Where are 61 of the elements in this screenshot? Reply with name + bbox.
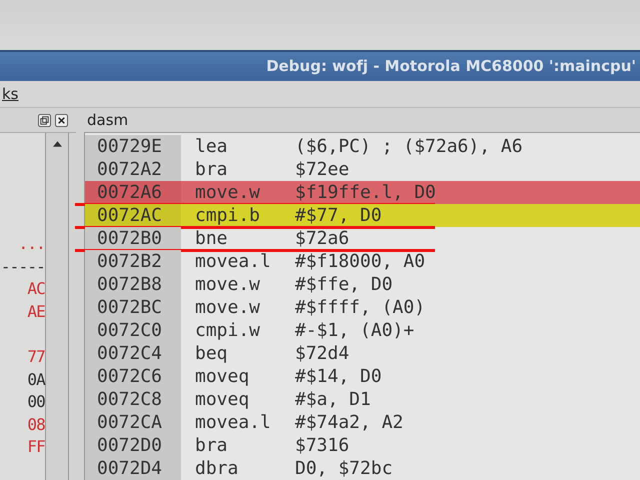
address-text: 0072C8 bbox=[85, 388, 181, 411]
operand-text: $7316 bbox=[295, 435, 350, 456]
address-text: 0072C4 bbox=[85, 342, 181, 365]
address-text: 00729E bbox=[85, 135, 181, 158]
mnemonic-text: bne bbox=[195, 228, 229, 249]
address-text: 0072A2 bbox=[85, 158, 181, 181]
operand-text: #$77, D0 bbox=[295, 205, 382, 226]
mnemonic-text: move.w bbox=[195, 274, 262, 295]
mnemonic-text: move.w bbox=[195, 182, 262, 203]
operand-text: $f19ffe.l, D0 bbox=[295, 182, 436, 203]
address-text: 0072A6 bbox=[85, 181, 181, 204]
address-text: 0072BC bbox=[85, 296, 181, 319]
address-text: 0072D0 bbox=[85, 434, 181, 457]
mnemonic-text: bra bbox=[195, 435, 229, 456]
scrollbar[interactable] bbox=[46, 133, 69, 480]
operand-text: D0, $72bc bbox=[295, 458, 393, 479]
mnemonic-text: moveq bbox=[195, 366, 250, 387]
mnemonic-text: moveq bbox=[195, 389, 250, 410]
operand-text: #$14, D0 bbox=[295, 366, 382, 387]
float-icon[interactable] bbox=[38, 114, 51, 126]
address-text: 0072B8 bbox=[85, 273, 181, 296]
panel-title: dasm bbox=[87, 111, 128, 129]
operand-text: $72d4 bbox=[295, 343, 350, 364]
memory-text: ... bbox=[18, 233, 45, 255]
memory-text: AE bbox=[27, 300, 45, 323]
mnemonic-text: bra bbox=[195, 159, 229, 180]
address-text: 0072B2 bbox=[85, 250, 181, 273]
menu-item[interactable]: ks bbox=[2, 85, 19, 104]
operand-text: #$ffe, D0 bbox=[295, 274, 393, 295]
address-text: 0072CA bbox=[85, 411, 181, 434]
memory-text: 00 bbox=[27, 391, 45, 414]
address-text: 0072C6 bbox=[85, 365, 181, 388]
memory-text: ----- bbox=[0, 256, 45, 278]
memory-text: 77 bbox=[27, 346, 45, 368]
scroll-up-icon[interactable] bbox=[52, 141, 62, 147]
mnemonic-text: lea bbox=[195, 136, 229, 157]
operand-text: $72ee bbox=[295, 159, 350, 180]
mnemonic-text: movea.l bbox=[195, 412, 272, 433]
mnemonic-text: movea.l bbox=[195, 251, 272, 272]
operand-text: #$a, D1 bbox=[295, 389, 371, 410]
operand-text: #$f18000, A0 bbox=[295, 251, 426, 272]
memory-text: AC bbox=[27, 278, 45, 300]
mnemonic-text: cmpi.b bbox=[195, 205, 262, 226]
operand-text: #$74a2, A2 bbox=[295, 412, 404, 433]
operand-text: ($6,PC) ; ($72a6), A6 bbox=[295, 136, 523, 157]
operand-text: #$ffff, (A0) bbox=[295, 297, 426, 318]
address-text: 0072AC bbox=[85, 204, 181, 227]
operand-text: #-$1, (A0)+ bbox=[295, 320, 414, 341]
address-text: 0072D4 bbox=[85, 457, 181, 480]
memory-text: FF bbox=[27, 436, 45, 458]
operand-text: $72a6 bbox=[295, 228, 350, 249]
close-icon[interactable] bbox=[55, 114, 68, 126]
memory-text: 08 bbox=[27, 414, 45, 436]
window-title: Debug: wofj - Motorola MC68000 ':maincpu' bbox=[266, 57, 636, 76]
address-text: 0072B0 bbox=[85, 227, 181, 250]
mnemonic-text: cmpi.w bbox=[195, 320, 262, 341]
mnemonic-text: move.w bbox=[195, 297, 262, 318]
memory-text: 0A bbox=[27, 368, 45, 391]
mnemonic-text: beq bbox=[195, 343, 229, 364]
address-text: 0072C0 bbox=[85, 319, 181, 342]
mnemonic-text: dbra bbox=[195, 458, 240, 479]
